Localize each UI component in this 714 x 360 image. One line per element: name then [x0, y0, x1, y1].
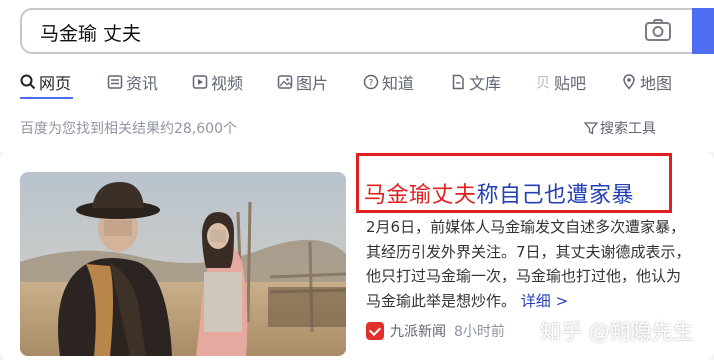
tab-zhidao[interactable]: ? 知道	[363, 70, 414, 94]
camera-icon[interactable]	[644, 18, 672, 42]
tab-images[interactable]: 图片	[277, 70, 328, 94]
tab-wenku[interactable]: 文库	[450, 70, 501, 94]
result-source: 九派新闻 8小时前	[366, 320, 505, 342]
question-icon: ?	[363, 74, 379, 90]
image-icon	[277, 75, 293, 89]
search-box[interactable]	[20, 8, 692, 54]
document-icon	[452, 74, 464, 90]
video-icon	[192, 75, 208, 89]
details-link[interactable]: 详细 >	[521, 292, 568, 310]
news-icon	[107, 75, 123, 89]
search-input[interactable]	[40, 19, 600, 45]
result-thumbnail[interactable]	[20, 172, 346, 356]
svg-text:贝: 贝	[536, 76, 550, 91]
watermark: 知乎 @朔隐先生	[540, 320, 694, 344]
result-snippet: 2月6日，前媒体人马金瑜发文自述多次遭家暴，其经历引发外界关注。7日，其丈夫谢德…	[366, 218, 691, 310]
svg-text:?: ?	[369, 79, 374, 89]
result-count: 百度为您找到相关结果约28,600个	[20, 121, 237, 137]
tab-news[interactable]: 资讯	[107, 70, 158, 94]
result-title-link[interactable]: 马金瑜丈夫称自己也遭家暴	[364, 177, 634, 209]
photo-image	[20, 172, 346, 356]
header: 网页 资讯 视频 图片 ? 知道 文库 贝 贴吧 地图	[0, 0, 714, 152]
tab-web[interactable]: 网页	[20, 70, 71, 94]
source-name[interactable]: 九派新闻	[390, 321, 446, 341]
tab-map[interactable]: 地图	[621, 70, 672, 94]
search-button[interactable]	[692, 8, 714, 54]
tieba-icon: 贝	[536, 76, 550, 91]
tab-tieba[interactable]: 贝 贴吧	[535, 70, 586, 94]
filter-icon	[583, 122, 599, 135]
active-tab-indicator	[20, 97, 73, 99]
search-tools-button[interactable]: 搜索工具	[583, 118, 656, 138]
map-icon	[623, 74, 635, 90]
publish-time: 8小时前	[454, 324, 505, 340]
source-logo-icon	[366, 322, 384, 340]
search-icon	[20, 74, 36, 90]
tab-video[interactable]: 视频	[192, 70, 243, 94]
